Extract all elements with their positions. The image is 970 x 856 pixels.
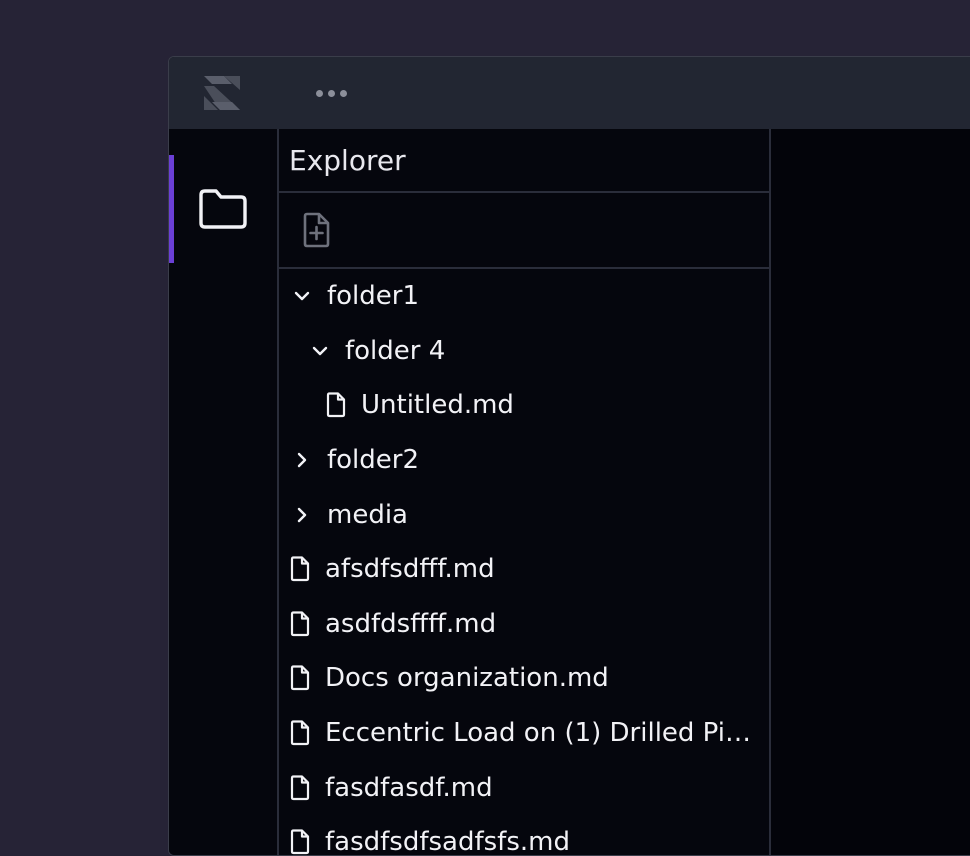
explorer-toolbar — [279, 193, 769, 269]
tree-file-item[interactable]: afsdfsdfff.md — [279, 542, 769, 597]
explorer-header: Explorer — [279, 129, 769, 193]
tree-file-item[interactable]: Docs organization.md — [279, 651, 769, 706]
app-logo-icon — [202, 74, 242, 112]
tree-file-item[interactable]: Eccentric Load on (1) Drilled Pie... — [279, 706, 769, 761]
more-horizontal-icon — [315, 89, 323, 97]
tree-item-label: Docs organization.md — [325, 663, 609, 694]
more-options-button[interactable] — [311, 81, 351, 105]
tree-item-label: Untitled.md — [361, 390, 514, 421]
app-window: Explorer folder1 folder 4 Untitled.md folde… — [168, 56, 970, 856]
tree-file-item[interactable]: asdfdsffff.md — [279, 597, 769, 652]
activity-bar — [169, 129, 277, 855]
new-file-icon — [303, 212, 330, 248]
tree-item-label: Eccentric Load on (1) Drilled Pie... — [325, 718, 757, 749]
file-tree: folder1 folder 4 Untitled.md folder2 media af… — [279, 269, 769, 856]
tree-item-label: fasdfsdfsadfsfs.md — [325, 827, 570, 856]
file-icon — [325, 392, 347, 418]
tree-item-label: asdfdsffff.md — [325, 608, 497, 639]
tree-folder-item[interactable]: folder 4 — [279, 324, 769, 379]
tree-item-label: media — [327, 499, 408, 530]
tree-folder-item[interactable]: media — [279, 487, 769, 542]
folder-icon — [199, 189, 247, 229]
tree-item-label: afsdfsdfff.md — [325, 554, 495, 585]
tree-folder-item[interactable]: folder2 — [279, 433, 769, 488]
tree-item-label: folder2 — [327, 445, 420, 476]
explorer-panel: Explorer folder1 folder 4 Untitled.md folde… — [277, 129, 771, 855]
tree-item-label: fasdfasdf.md — [325, 772, 493, 803]
file-icon — [289, 665, 311, 691]
chevron-down-icon — [309, 338, 331, 364]
editor-area — [771, 129, 970, 855]
chevron-right-icon — [291, 502, 313, 528]
file-icon — [289, 556, 311, 582]
tree-item-label: folder1 — [327, 281, 420, 312]
file-icon — [289, 611, 311, 637]
tree-file-item[interactable]: Untitled.md — [279, 378, 769, 433]
file-icon — [289, 829, 311, 855]
activity-explorer-button[interactable] — [169, 155, 277, 263]
more-dot — [339, 89, 347, 97]
title-bar — [169, 57, 970, 129]
tree-folder-item[interactable]: folder1 — [279, 269, 769, 324]
chevron-right-icon — [291, 447, 313, 473]
new-file-button[interactable] — [299, 210, 333, 250]
tree-item-label: folder 4 — [345, 335, 446, 366]
chevron-down-icon — [291, 283, 313, 309]
explorer-title: Explorer — [289, 143, 406, 177]
more-dot — [327, 89, 335, 97]
tree-file-item[interactable]: fasdfsdfsadfsfs.md — [279, 815, 769, 856]
file-icon — [289, 720, 311, 746]
file-icon — [289, 775, 311, 801]
tree-file-item[interactable]: fasdfasdf.md — [279, 760, 769, 815]
